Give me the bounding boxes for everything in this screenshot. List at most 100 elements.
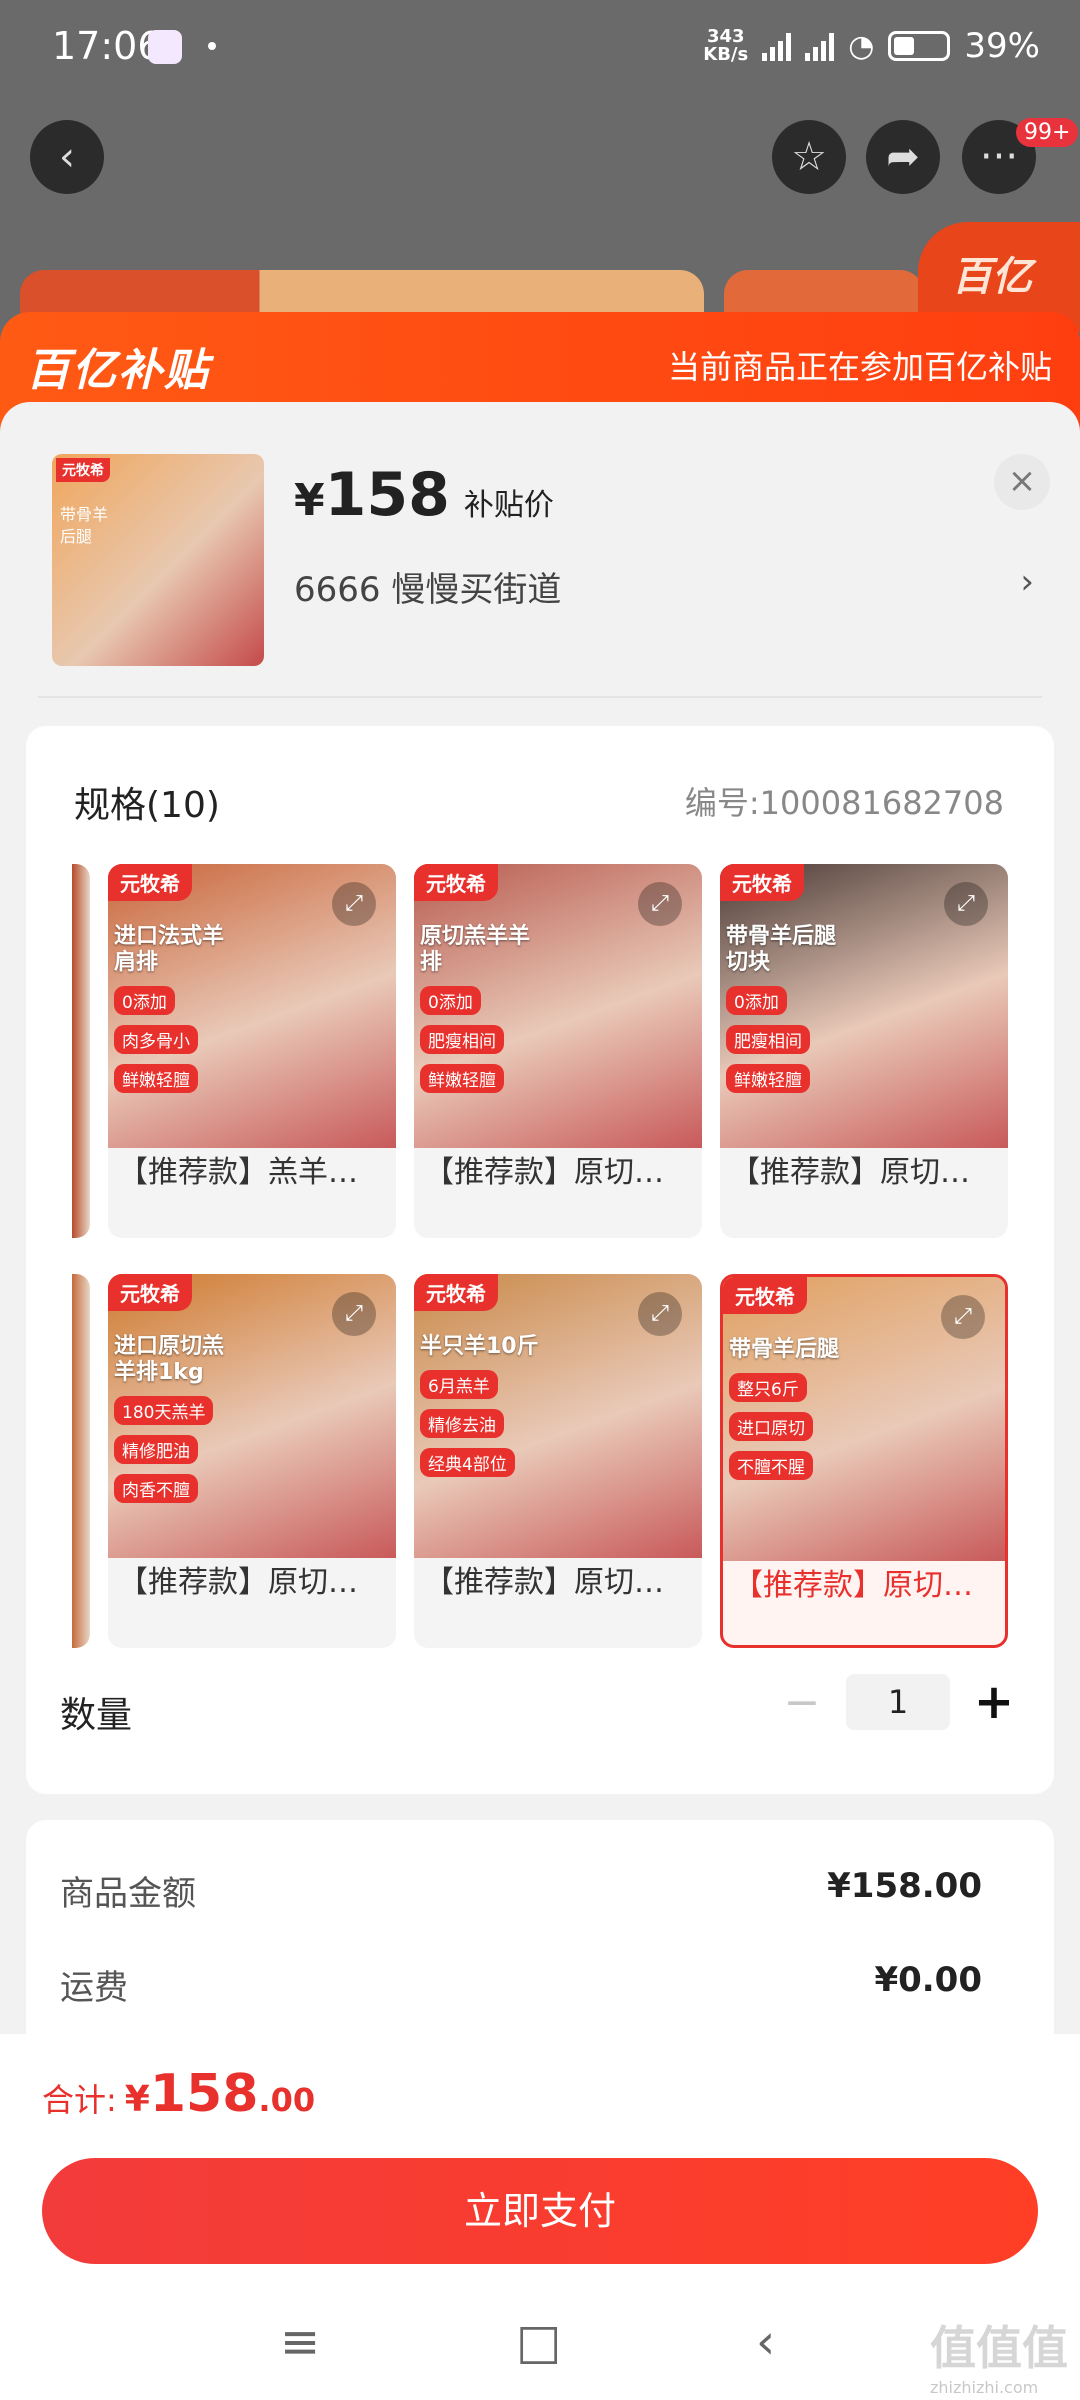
signal-icon: [762, 31, 792, 61]
spec-option-image: 元牧希 ⤢ 半只羊10斤 6月羔羊精修去油经典4部位: [414, 1274, 702, 1558]
spec-prev-peek[interactable]: [72, 864, 90, 1238]
spec-option-image: 元牧希 ⤢ 进口法式羊肩排 0添加 肉多骨小 鲜嫩轻膻: [108, 864, 396, 1148]
spec-title: 规格(10): [74, 785, 220, 826]
product-header: 元牧希 带骨羊后腿 ¥ 158 补贴价 6666 慢慢买街道 › ×: [0, 402, 1080, 698]
battery-icon: [888, 31, 951, 61]
total-decimal: .00: [258, 2081, 316, 2119]
spec-option[interactable]: 元牧希 ⤢ 进口原切羔羊排1kg 180天羔羊精修肥油肉香不膻【推荐款】原切整块羔羊排…: [108, 1274, 396, 1648]
spec-option-tag: 进口原切: [729, 1412, 813, 1441]
fee-label: 运费: [60, 1968, 128, 2008]
spec-option-tags: 带骨羊后腿切块 0添加 肥瘦相间 鲜嫩轻膻: [726, 924, 856, 1093]
spec-option-tag: 0添加: [114, 986, 175, 1015]
spec-option-tag: 整只6斤: [729, 1373, 807, 1402]
watermark: 值值值 zhizhizhi.com: [930, 2312, 1068, 2397]
spec-option-image: 元牧希 ⤢ 进口原切羔羊排1kg 180天羔羊 精修肥油 肉香不膻: [108, 1274, 396, 1558]
star-icon: ☆: [791, 134, 827, 180]
expand-icon[interactable]: ⤢: [941, 1295, 985, 1339]
spec-option-tag: 精修肥油: [114, 1435, 198, 1464]
back-icon: ‹: [59, 134, 75, 180]
spec-option-caption: 【推荐款】羔羊肉法式肩排…: [118, 1155, 386, 1190]
back-button[interactable]: ‹: [30, 120, 104, 194]
spec-option-headline: 原切羔羊羊排: [420, 924, 531, 975]
back-nav-icon[interactable]: ‹: [756, 2314, 775, 2370]
favorite-button[interactable]: ☆: [772, 120, 846, 194]
spec-option-tag: 0添加: [726, 986, 787, 1015]
watermark-main: 值值值: [930, 2321, 1068, 2375]
spec-option[interactable]: 元牧希 ⤢ 带骨羊后腿切块 0添加肥瘦相间鲜嫩轻膻【推荐款】原切羔羊后腿1500g: [720, 864, 1008, 1238]
spec-option[interactable]: 元牧希 ⤢ 原切羔羊羊排 0添加肥瘦相间鲜嫩轻膻【推荐款】原切羔羊排1000g: [414, 864, 702, 1238]
expand-icon[interactable]: ⤢: [638, 882, 682, 926]
thumbnail-caption: 带骨羊后腿: [60, 505, 109, 546]
total-integer: 158: [149, 2064, 259, 2124]
spec-option-image: 元牧希 ⤢ 带骨羊后腿 整只6斤 进口原切 不膻不腥: [723, 1277, 1005, 1561]
fee-value: ¥158.00: [827, 1866, 982, 1906]
address-text: 6666 慢慢买街道: [294, 570, 562, 610]
spec-option-tag: 经典4部位: [420, 1448, 515, 1477]
price-value: 158: [324, 460, 450, 530]
spec-option-headline: 半只羊10斤: [420, 1334, 539, 1359]
spec-option-caption: 【推荐款】原切羊肉10斤整只…: [424, 1565, 692, 1600]
price-currency: ¥: [294, 475, 325, 526]
menu-icon[interactable]: ≡: [280, 2314, 320, 2370]
spec-option-tag: 精修去油: [420, 1409, 504, 1438]
pay-now-button[interactable]: 立即支付: [42, 2158, 1038, 2264]
close-button[interactable]: ×: [994, 454, 1050, 510]
brand-tag: 元牧希: [108, 864, 192, 901]
spec-option-tag: 肉香不膻: [114, 1474, 198, 1503]
spec-option-headline: 带骨羊后腿: [729, 1337, 840, 1362]
spec-option-headline: 进口原切羔羊排1kg: [114, 1334, 225, 1385]
quantity-stepper: − 1 +: [776, 1674, 1020, 1730]
home-icon[interactable]: □: [516, 2314, 561, 2370]
product-thumbnail[interactable]: 元牧希 带骨羊后腿: [52, 454, 264, 666]
more-icon: ···: [979, 134, 1019, 180]
price-tag: 补贴价: [463, 488, 554, 523]
network-speed: 343 KB/s: [703, 26, 749, 65]
brand-tag: 元牧希: [720, 864, 804, 901]
total-currency: ¥: [124, 2079, 150, 2120]
expand-icon[interactable]: ⤢: [332, 1292, 376, 1336]
fee-row-goods: 商品金额 ¥158.00: [60, 1866, 982, 1915]
spec-option-tags: 进口原切羔羊排1kg 180天羔羊 精修肥油 肉香不膻: [114, 1334, 244, 1503]
chevron-right-icon: ›: [1020, 562, 1034, 602]
spec-option-tags: 带骨羊后腿 整只6斤 进口原切 不膻不腥: [729, 1337, 859, 1480]
spec-option-tag: 肥瘦相间: [420, 1025, 504, 1054]
address-row[interactable]: 6666 慢慢买街道 ›: [294, 562, 1034, 611]
brand-tag: 元牧希: [414, 1274, 498, 1311]
app-notification-icon: [148, 30, 182, 64]
fee-label: 商品金额: [60, 1874, 196, 1914]
spec-option-tag: 鲜嫩轻膻: [420, 1064, 504, 1093]
spec-option-tag: 6月羔羊: [420, 1370, 498, 1399]
share-button[interactable]: ➦: [866, 120, 940, 194]
expand-icon[interactable]: ⤢: [638, 1292, 682, 1336]
spec-prev-peek[interactable]: [72, 1274, 90, 1648]
spec-option[interactable]: 元牧希 ⤢ 半只羊10斤 6月羔羊精修去油经典4部位【推荐款】原切羊肉10斤整只…: [414, 1274, 702, 1648]
price-row: ¥ 158 补贴价: [294, 460, 554, 530]
checkout-bar: 合计: ¥ 158 .00 立即支付 ≡ □ ‹: [0, 2034, 1080, 2400]
signal-icon: [805, 31, 835, 61]
quantity-value[interactable]: 1: [846, 1674, 950, 1730]
spec-option-headline: 进口法式羊肩排: [114, 924, 225, 975]
fee-value: ¥0.00: [874, 1960, 982, 2000]
expand-icon[interactable]: ⤢: [332, 882, 376, 926]
quantity-label: 数量: [60, 1695, 133, 1736]
share-icon: ➦: [886, 134, 920, 180]
battery-level: 39%: [964, 26, 1040, 66]
divider: [38, 696, 1042, 698]
quantity-increase-button[interactable]: +: [968, 1674, 1020, 1730]
spec-option-tag: 0添加: [420, 986, 481, 1015]
spec-option[interactable]: 元牧希 ⤢ 进口法式羊肩排 0添加肉多骨小鲜嫩轻膻【推荐款】羔羊肉法式肩排…: [108, 864, 396, 1238]
quantity-decrease-button[interactable]: −: [776, 1677, 828, 1728]
expand-icon[interactable]: ⤢: [944, 882, 988, 926]
spec-panel: 规格(10) 编号:100081682708 元牧希 ⤢ 进口法式羊肩排 0添加 肉多骨…: [26, 726, 1054, 1794]
message-badge: 99+: [1016, 118, 1079, 147]
spec-option[interactable]: 元牧希 ⤢ 带骨羊后腿整只6斤进口原切不膻不腥【推荐款】原切羔羊腿肉3kg: [720, 1274, 1008, 1648]
total-label: 合计:: [42, 2081, 117, 2119]
spec-option-caption: 【推荐款】原切羔羊腿肉3kg: [733, 1568, 995, 1603]
subsidy-logo: 百亿补贴: [26, 345, 210, 396]
status-time: 17:06: [52, 24, 162, 68]
system-nav-bar: ≡ □ ‹: [0, 2294, 1080, 2400]
subsidy-note: 当前商品正在参加百亿补贴: [667, 348, 1052, 386]
spec-option-image: 元牧希 ⤢ 原切羔羊羊排 0添加 肥瘦相间 鲜嫩轻膻: [414, 864, 702, 1148]
wifi-icon: ◔: [848, 28, 875, 64]
watermark-sub: zhizhizhi.com: [930, 2378, 1039, 2397]
